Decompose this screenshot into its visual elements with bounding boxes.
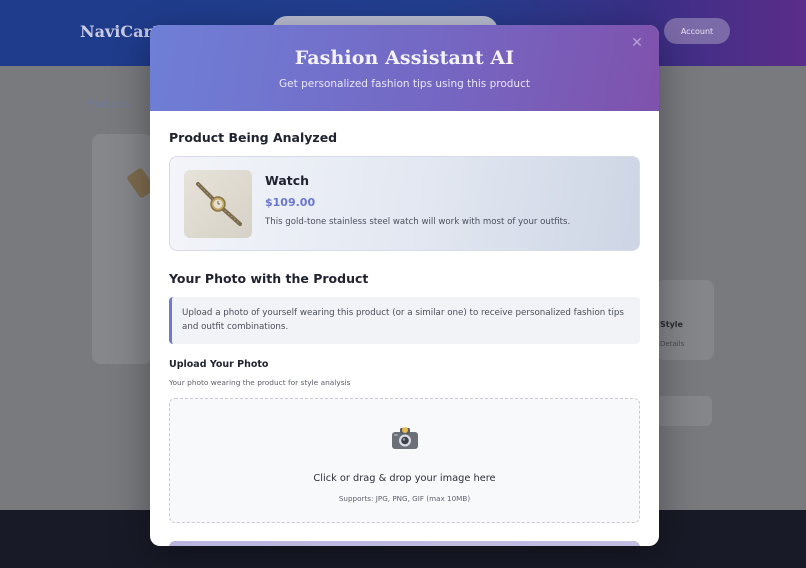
background-side-button (656, 396, 712, 426)
background-product-card (92, 134, 152, 364)
product-description: This gold-tone stainless steel watch wil… (265, 217, 571, 227)
background-side-card-title: Style (660, 320, 683, 329)
watch-icon (184, 170, 252, 238)
analyze-button[interactable] (169, 541, 640, 546)
breadcrumb: Products (86, 99, 130, 110)
product-section-heading: Product Being Analyzed (169, 130, 338, 145)
fashion-assistant-modal: Fashion Assistant AI Get personalized fa… (150, 25, 659, 546)
upload-info-note: Upload a photo of yourself wearing this … (169, 297, 640, 344)
close-icon[interactable]: ✕ (629, 35, 645, 51)
background-side-card: Style Details (656, 280, 714, 360)
camera-icon (392, 427, 418, 449)
background-side-card-text: Details (660, 340, 685, 348)
product-name: Watch (265, 173, 310, 188)
product-card: Watch $109.00 This gold-tone stainless s… (169, 156, 640, 251)
modal-title: Fashion Assistant AI (294, 47, 515, 69)
product-price: $109.00 (265, 196, 316, 209)
photo-dropzone[interactable]: Click or drag & drop your image here Sup… (169, 398, 640, 523)
site-account-button: Account (664, 18, 730, 44)
upload-photo-label: Upload Your Photo (169, 359, 269, 370)
dropzone-formats: Supports: JPG, PNG, GIF (max 10MB) (338, 494, 471, 503)
photo-section-heading: Your Photo with the Product (169, 271, 369, 286)
site-logo: NaviCart (80, 22, 160, 41)
dropzone-text: Click or drag & drop your image here (313, 473, 496, 484)
upload-photo-help-text: Your photo wearing the product for style… (169, 378, 351, 387)
modal-subtitle: Get personalized fashion tips using this… (279, 78, 530, 90)
modal-header: Fashion Assistant AI Get personalized fa… (150, 25, 659, 111)
